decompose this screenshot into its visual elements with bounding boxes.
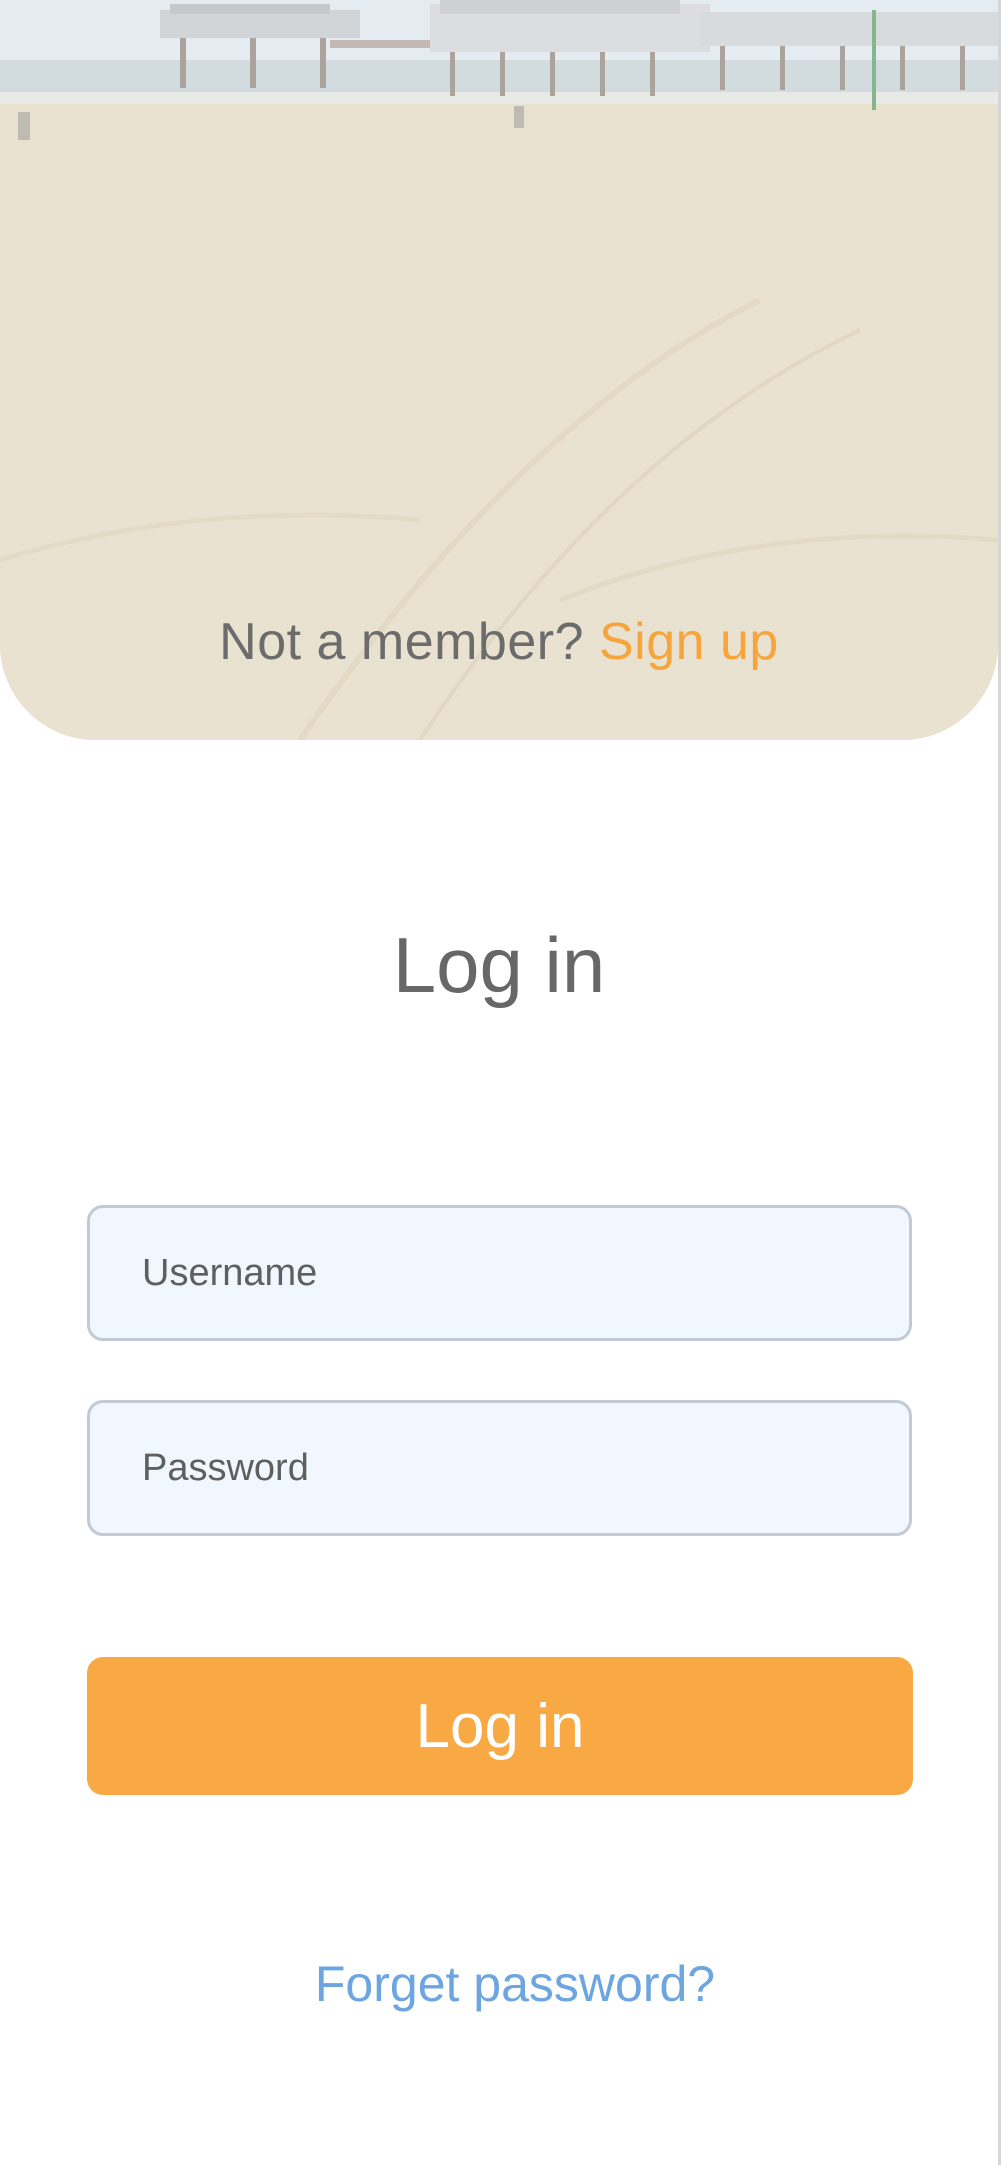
- page-title: Log in: [392, 921, 606, 1009]
- login-screen: Not a member? Sign up Log in Log in Forg…: [0, 0, 1001, 2165]
- hero-beach-image: Not a member? Sign up: [0, 0, 998, 740]
- signup-link[interactable]: Sign up: [599, 613, 779, 671]
- login-button[interactable]: Log in: [87, 1657, 913, 1795]
- forgot-password-link[interactable]: Forget password?: [0, 1955, 1001, 2013]
- signup-prompt: Not a member? Sign up: [0, 612, 998, 672]
- username-input[interactable]: [87, 1205, 912, 1341]
- signup-prompt-text: Not a member?: [219, 613, 585, 671]
- password-input[interactable]: [87, 1400, 912, 1536]
